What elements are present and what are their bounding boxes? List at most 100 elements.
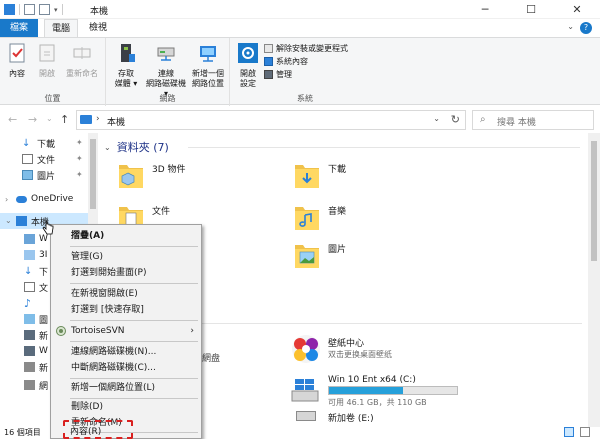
folder-pictures[interactable]: 圖片 [276, 239, 416, 275]
folder-downloads[interactable]: 下載 [276, 159, 416, 195]
up-button[interactable]: ↑ [60, 113, 69, 126]
nav-item-truncated[interactable]: W [24, 343, 48, 359]
menu-item-delete[interactable]: 刪除(D) [52, 399, 200, 415]
details-view-icon[interactable] [564, 427, 574, 437]
expand-arrow-icon[interactable]: › [5, 195, 8, 204]
system-group-label: 系統 [297, 94, 313, 103]
open-button[interactable]: 開啟 [34, 42, 60, 79]
nav-item-truncated[interactable]: 新 [24, 359, 48, 375]
separator [19, 4, 20, 15]
scrollbar-thumb[interactable] [591, 141, 597, 261]
download-icon: ↓ [22, 138, 31, 149]
maximize-button[interactable]: ☐ [508, 0, 554, 19]
menu-item-map-drive[interactable]: 連線網路磁碟機(N)... [52, 344, 200, 360]
submenu-arrow-icon: › [190, 326, 194, 336]
menu-item-tortoisesvn[interactable]: TortoiseSVN › [52, 323, 200, 339]
pin-icon[interactable]: ✦ [76, 154, 83, 163]
menu-item-collapse[interactable]: 摺疊(A) [52, 228, 200, 244]
document-icon [22, 154, 33, 164]
folder-label: 音樂 [328, 207, 347, 217]
folder-label: 下載 [328, 165, 347, 175]
rename-button[interactable]: 重新命名 [62, 42, 102, 79]
uninstall-button[interactable]: 解除安裝或變更程式 [264, 42, 348, 54]
menu-item-open-new-window[interactable]: 在新視窗開啟(E) [52, 286, 200, 302]
nav-item-downloads[interactable]: ↓ 下載 [22, 135, 55, 151]
menu-item-pin-to-start[interactable]: 釘選到開始畫面(P) [52, 265, 200, 281]
properties-qa-icon[interactable] [24, 4, 35, 15]
search-box[interactable]: ⌕ 搜尋 本機 [472, 110, 594, 130]
help-icon[interactable]: ? [580, 22, 592, 34]
separator [61, 4, 63, 15]
breadcrumb-chevron-icon[interactable]: › [96, 114, 100, 124]
close-button[interactable]: ✕ [554, 0, 600, 19]
nav-item-pictures[interactable]: 圖片 [22, 167, 55, 183]
nav-item-truncated[interactable]: ↓ 下 [24, 263, 48, 279]
nav-item-truncated[interactable]: 圖 [24, 311, 48, 327]
menu-item-disconnect-drive[interactable]: 中斷網路磁碟機(C)... [52, 360, 200, 376]
nav-item-truncated[interactable]: ♪ [24, 295, 31, 311]
properties-button[interactable]: 內容 [4, 42, 30, 79]
content-scrollbar[interactable] [588, 133, 600, 427]
system-properties-icon [264, 56, 273, 66]
add-network-location-button[interactable]: 新增一個 網路位置 [188, 42, 228, 89]
nav-item-truncated[interactable]: 網 [24, 377, 48, 393]
nav-item-onedrive[interactable]: OneDrive [16, 191, 73, 207]
address-bar[interactable]: › 本機 ⌄ ↻ [76, 110, 466, 130]
address-dropdown-icon[interactable]: ⌄ [433, 114, 440, 123]
tab-view[interactable]: 檢視 [82, 19, 114, 37]
menu-separator [70, 378, 198, 379]
section-divider [188, 147, 580, 148]
system-properties-button[interactable]: 系統內容 [264, 55, 308, 67]
rename-label: 重新命名 [66, 69, 98, 78]
map-network-drive-button[interactable]: 連線 網路磁碟機 ▾ [146, 42, 186, 99]
this-pc-icon [80, 115, 92, 124]
folder-3d-objects[interactable]: 3D 物件 [100, 159, 240, 195]
pin-icon[interactable]: ✦ [76, 138, 83, 147]
nav-item-truncated[interactable]: 新 [24, 327, 48, 343]
nav-item-truncated[interactable]: 3I [24, 247, 47, 263]
nav-item-truncated[interactable]: 文 [24, 279, 48, 295]
drive-icon [24, 346, 35, 356]
scrollbar-thumb[interactable] [90, 139, 96, 209]
drive-c[interactable]: Win 10 Ent x64 (C:) 可用 46.1 GB，共 110 GB [290, 373, 490, 407]
new-folder-qa-icon[interactable] [39, 4, 50, 15]
ribbon-expand-icon[interactable]: ⌄ [567, 22, 574, 31]
recent-locations-icon[interactable]: ⌄ [46, 114, 53, 123]
3d-objects-icon [24, 250, 35, 260]
menu-item-pin-quick-access[interactable]: 釘選到 [快速存取] [52, 302, 200, 318]
open-settings-label-1: 開啟 [240, 69, 256, 78]
folder-music[interactable]: 音樂 [276, 201, 416, 237]
item-count: 16 個項目 [4, 428, 41, 437]
properties-icon [9, 43, 25, 63]
context-menu: 摺疊(A) 管理(G) 釘選到開始畫面(P) 在新視窗開啟(E) 釘選到 [快速… [50, 224, 202, 439]
folders-section-header[interactable]: ⌄ 資料夾 (7) [104, 139, 169, 155]
tab-computer[interactable]: 電腦 [44, 19, 78, 37]
access-media-button[interactable]: 存取 媒體 ▾ [110, 42, 142, 89]
nav-item-documents[interactable]: 文件 [22, 151, 55, 167]
forward-button[interactable]: → [28, 113, 37, 126]
drive-e[interactable]: 新加卷 (E:) [290, 409, 490, 425]
ribbon: 內容 開啟 重新命名 位置 存取 媒體 ▾ 連線 網路磁碟機 ▾ 新增一個 網路… [0, 37, 600, 106]
minimize-button[interactable]: ─ [462, 0, 508, 19]
picture-icon [24, 314, 35, 324]
windows-drive-icon [291, 379, 319, 402]
search-input[interactable]: 搜尋 本機 [497, 115, 536, 128]
back-button[interactable]: ← [8, 113, 17, 126]
manage-button[interactable]: 管理 [264, 68, 292, 80]
qa-customize-icon[interactable]: ▾ [54, 6, 58, 14]
breadcrumb[interactable]: 本機 [107, 115, 125, 128]
wallpaper-center-item[interactable]: 壁紙中心 双击更换桌面壁纸 [290, 333, 490, 367]
large-icons-view-icon[interactable] [580, 427, 590, 437]
menu-item-manage[interactable]: 管理(G) [52, 249, 200, 265]
menu-item-add-network-location[interactable]: 新增一個網路位置(L) [52, 380, 200, 396]
nav-item-label: W [39, 346, 48, 356]
nav-item-label: 文件 [37, 155, 56, 166]
pin-icon[interactable]: ✦ [76, 170, 83, 179]
refresh-icon[interactable]: ↻ [451, 113, 460, 126]
open-settings-button[interactable]: 開啟 設定 [234, 42, 262, 89]
collapse-arrow-icon[interactable]: ⌄ [5, 216, 12, 225]
nav-item-label: 新 [39, 363, 49, 374]
ribbon-tabs: 檔案 電腦 檢視 ⌄ ? [0, 19, 600, 37]
media-icon [121, 44, 135, 62]
tab-file[interactable]: 檔案 [0, 19, 38, 37]
